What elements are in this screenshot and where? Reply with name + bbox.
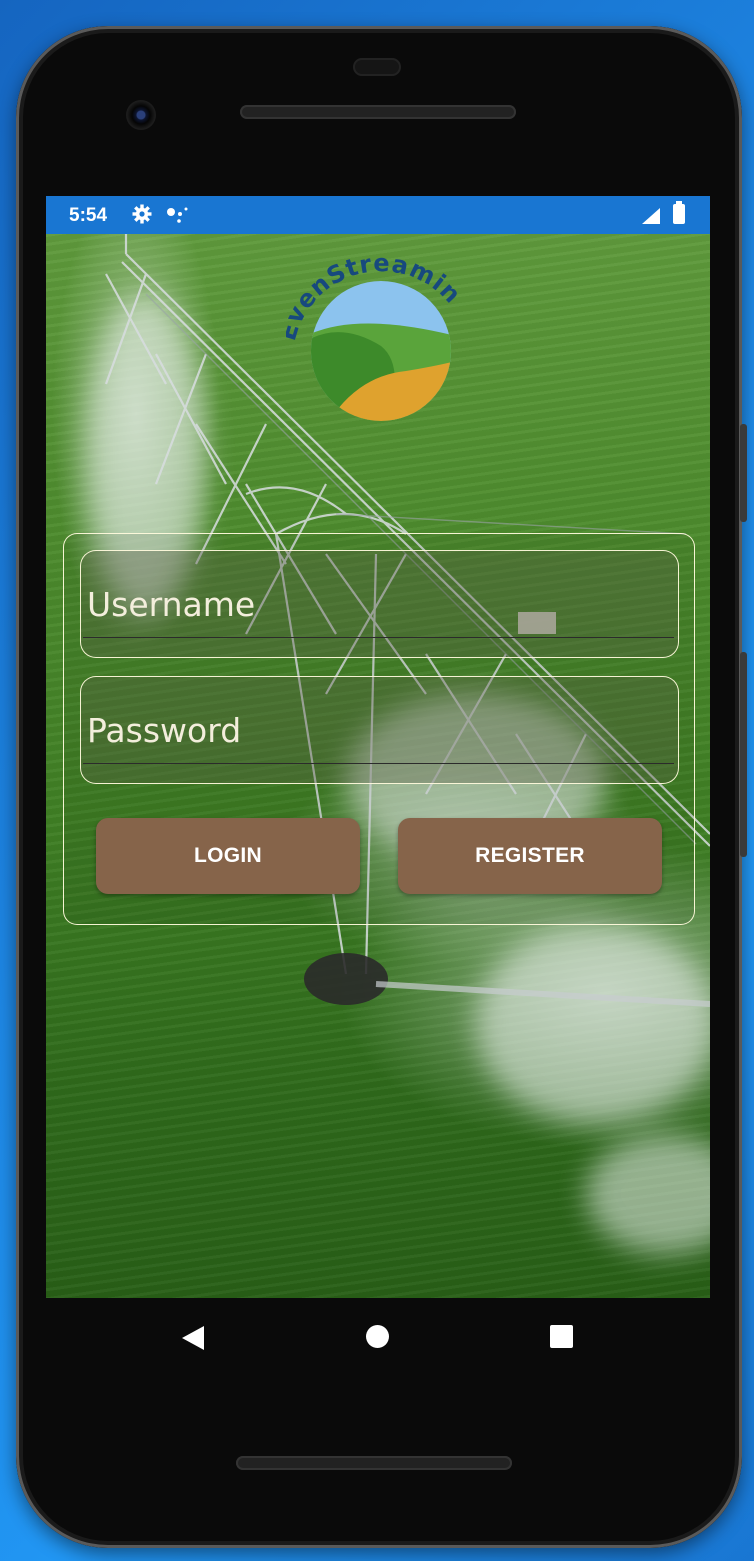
settings-icon <box>132 204 152 224</box>
register-button[interactable]: REGISTER <box>398 818 662 894</box>
notification-dots-icon <box>167 207 188 223</box>
home-icon[interactable] <box>366 1325 389 1348</box>
password-underline <box>83 762 674 764</box>
top-speaker <box>240 105 516 119</box>
power-button <box>740 424 747 522</box>
volume-button <box>740 652 747 857</box>
username-underline <box>83 636 674 638</box>
login-button[interactable]: LOGIN <box>96 818 360 894</box>
recents-icon[interactable] <box>550 1325 573 1348</box>
username-placeholder: Username <box>87 585 256 624</box>
login-card: Username Password LOGIN REGISTER <box>63 533 695 925</box>
password-field[interactable]: Password <box>80 676 679 784</box>
status-bar: 5:54 <box>46 196 710 234</box>
username-field[interactable]: Username <box>80 550 679 658</box>
app-screen: 5:54 enStreamin Username Password LOGIN … <box>46 196 710 1298</box>
bottom-speaker <box>236 1456 512 1470</box>
evenstreamin-logo: EvenStreamin <box>286 249 466 421</box>
password-placeholder: Password <box>87 711 242 750</box>
cell-signal-icon <box>642 208 660 224</box>
back-icon[interactable] <box>180 1325 206 1351</box>
battery-icon <box>673 201 685 224</box>
top-sensor <box>353 58 401 76</box>
status-time: 5:54 <box>69 205 108 226</box>
front-camera <box>126 100 156 130</box>
